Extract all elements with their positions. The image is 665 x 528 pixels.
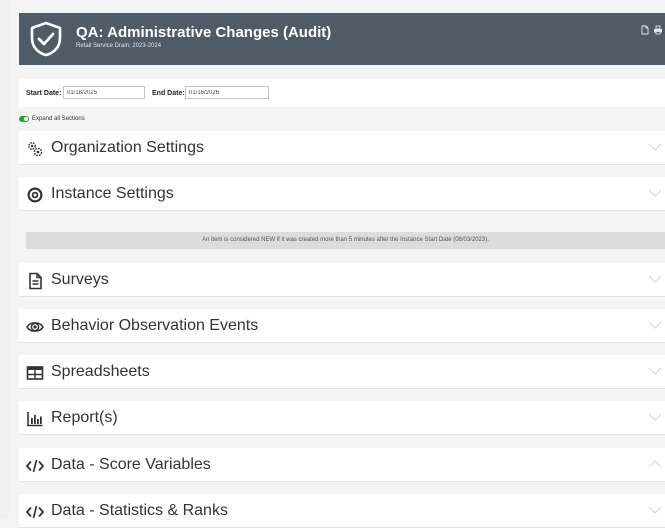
chevron-down-icon[interactable]	[648, 366, 662, 376]
gears-icon	[28, 142, 43, 157]
end-date-label: End Date:	[152, 90, 185, 97]
chevron-down-icon[interactable]	[648, 412, 662, 422]
start-date-label: Start Date:	[26, 90, 62, 97]
code-icon	[26, 505, 44, 519]
section-reports[interactable]: Report(s)	[19, 401, 665, 435]
section-label: Instance Settings	[51, 185, 174, 202]
section-data-statistics-ranks[interactable]: Data - Statistics & Ranks	[19, 494, 665, 528]
section-data-score-variables[interactable]: Data - Score Variables	[19, 448, 665, 482]
chevron-down-icon[interactable]	[648, 142, 662, 152]
target-icon	[27, 187, 43, 203]
section-label: Organization Settings	[51, 139, 204, 156]
eye-icon	[26, 322, 44, 332]
page: QA: Administrative Changes (Audit) Retai…	[0, 0, 665, 528]
section-label: Data - Score Variables	[51, 456, 211, 473]
section-behavior-observation-events[interactable]: Behavior Observation Events	[19, 309, 665, 343]
section-label: Surveys	[51, 271, 109, 288]
chevron-up-icon[interactable]	[648, 459, 662, 469]
table-icon	[26, 366, 44, 380]
section-label: Behavior Observation Events	[51, 317, 259, 334]
end-date-field[interactable]	[185, 86, 269, 99]
document-icon	[29, 272, 42, 290]
start-date-field[interactable]	[63, 86, 145, 99]
section-instance-settings[interactable]: Instance Settings	[19, 177, 665, 211]
section-surveys[interactable]: Surveys	[19, 263, 665, 297]
page-title: QA: Administrative Changes (Audit)	[76, 24, 332, 41]
expand-all-label: Expand all Sections	[32, 116, 85, 122]
section-label: Spreadsheets	[51, 363, 150, 380]
left-rail	[0, 0, 9, 518]
section-organization-settings[interactable]: Organization Settings	[19, 131, 665, 165]
report-header: QA: Administrative Changes (Audit) Retai…	[19, 13, 665, 65]
document-icon[interactable]	[640, 22, 650, 35]
chevron-down-icon[interactable]	[648, 320, 662, 330]
page-subtitle: Retail Service Drain: 2023-2024	[76, 43, 162, 49]
chevron-down-icon[interactable]	[648, 505, 662, 515]
print-icon[interactable]	[653, 22, 663, 35]
date-filter-row: Start Date: End Date:	[19, 79, 665, 107]
shield-check-icon	[30, 21, 62, 57]
section-label: Data - Statistics & Ranks	[51, 502, 228, 519]
section-spreadsheets[interactable]: Spreadsheets	[19, 355, 665, 389]
new-item-notice: An item is considered NEW if it was crea…	[26, 232, 665, 249]
bar-chart-icon	[27, 412, 43, 427]
code-icon	[26, 459, 44, 473]
section-label: Report(s)	[51, 409, 118, 426]
chevron-down-icon[interactable]	[648, 274, 662, 284]
chevron-down-icon[interactable]	[648, 188, 662, 198]
expand-all-toggle-row[interactable]: Expand all Sections	[19, 114, 85, 124]
expand-all-toggle[interactable]	[19, 116, 29, 122]
